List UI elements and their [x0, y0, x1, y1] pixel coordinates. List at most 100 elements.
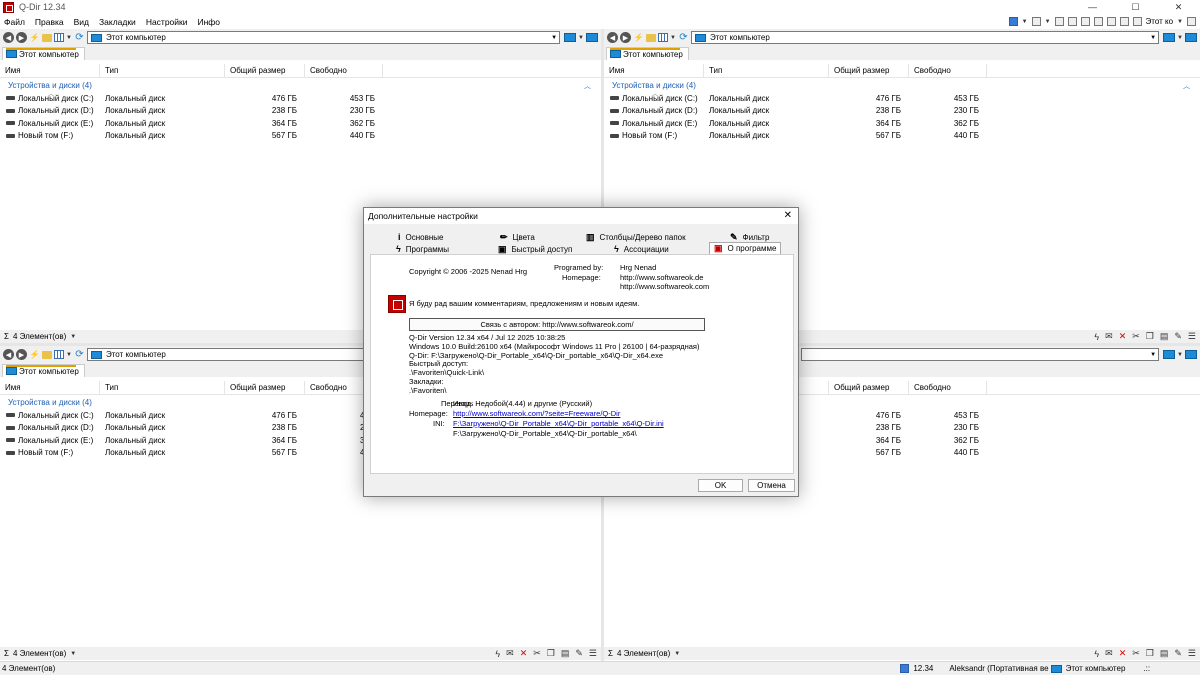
homepage-com[interactable]: http://www.softwareok.com	[620, 282, 709, 291]
forward-icon[interactable]: ▶	[16, 349, 27, 360]
copy-icon[interactable]: ❐	[547, 648, 555, 659]
refresh-icon[interactable]: ⟳	[678, 32, 689, 43]
version-info-box[interactable]: Q-Dir Version 12.34 x64 / Jul 12 2025 10…	[409, 333, 705, 395]
cut-icon[interactable]: ✂	[1132, 648, 1140, 659]
menu-bookmarks[interactable]: Закладки	[94, 17, 141, 27]
copy-icon[interactable]: ❐	[1146, 648, 1154, 659]
view-mode-icon[interactable]	[54, 33, 64, 42]
group-header[interactable]: Устройства и диски (4)	[612, 81, 696, 90]
chevron-down-icon[interactable]: ▼	[670, 35, 676, 41]
rename-icon[interactable]: ✎	[1174, 331, 1182, 342]
forward-icon[interactable]: ▶	[16, 32, 27, 43]
cancel-button[interactable]: Отмена	[748, 479, 795, 492]
tree-icon[interactable]	[1067, 17, 1077, 26]
menu-view[interactable]: Вид	[69, 17, 94, 27]
table-row[interactable]: Новый том (F:) Локальный диск 567 ГБ 440 ГБ	[0, 130, 601, 143]
chevron-down-icon[interactable]: ▼	[1177, 352, 1183, 358]
column-total[interactable]: Общий размер	[225, 381, 305, 394]
homepage2-link[interactable]: http://www.softwareok.com/?seite=Freewar…	[453, 409, 620, 418]
filter-icon[interactable]	[1093, 17, 1103, 26]
lightning-icon[interactable]: ϟ	[495, 649, 500, 659]
minimize-button[interactable]: —	[1071, 0, 1114, 14]
address-bar[interactable]: Этот компьютер ▼	[86, 31, 561, 44]
table-row[interactable]: Новый том (F:) Локальный диск 567 ГБ 440 ГБ	[604, 130, 1200, 143]
tab-this-pc[interactable]: Этот компьютер	[606, 47, 689, 60]
delete-icon[interactable]: ✕	[1119, 648, 1127, 659]
tab-colors[interactable]: ✏ Цвета	[500, 231, 535, 243]
tab-about[interactable]: ▣ О программе	[709, 242, 782, 254]
monitor-icon[interactable]	[1185, 350, 1197, 359]
properties-icon[interactable]: ☰	[1188, 648, 1196, 659]
refresh-icon[interactable]: ⟳	[74, 32, 85, 43]
menu-info[interactable]: Инфо	[193, 17, 226, 27]
column-name[interactable]: Имя	[0, 64, 100, 77]
chevron-down-icon[interactable]: ▼	[70, 334, 76, 340]
table-row[interactable]: Локальный диск (E:) Локальный диск 364 ГБ 3…	[604, 117, 1200, 130]
dialog-close-icon[interactable]: ✕	[784, 210, 792, 221]
view-mode-icon[interactable]	[54, 350, 64, 359]
tab-this-pc[interactable]: Этот компьютер	[2, 364, 85, 377]
collapse-icon[interactable]: ︿	[584, 81, 591, 91]
top-location-label[interactable]: Этот ко	[1146, 17, 1174, 26]
tab-columns[interactable]: ▥ Столбцы/Дерево папок	[586, 231, 686, 243]
cut-icon[interactable]: ✂	[1132, 331, 1140, 342]
group-header[interactable]: Устройства и диски (4)	[8, 81, 92, 90]
back-icon[interactable]: ◀	[607, 32, 618, 43]
column-name[interactable]: Имя	[604, 64, 704, 77]
column-name[interactable]: Имя	[0, 381, 100, 394]
email-icon[interactable]: ✉	[1105, 331, 1113, 342]
table-row[interactable]: Локальный диск (E:) Локальный диск 364 ГБ 3…	[0, 117, 601, 130]
column-free[interactable]: Свободно	[909, 381, 987, 394]
chevron-down-icon[interactable]: ▼	[1148, 35, 1158, 41]
chevron-down-icon[interactable]: ▼	[66, 352, 72, 358]
chevron-down-icon[interactable]: ▼	[1177, 35, 1183, 41]
address-bar[interactable]: Этот компьютер ▼	[690, 31, 1160, 44]
collapse-icon[interactable]: ︿	[1183, 81, 1190, 91]
column-type[interactable]: Тип	[100, 381, 225, 394]
ini-link[interactable]: F:\Загружено\Q-Dir_Portable_x64\Q-Dir_po…	[453, 419, 664, 428]
email-icon[interactable]: ✉	[506, 648, 514, 659]
back-icon[interactable]: ◀	[3, 32, 14, 43]
lightning-icon[interactable]: ⚡	[633, 32, 644, 43]
maximize-button[interactable]: ☐	[1114, 0, 1157, 14]
properties-icon[interactable]: ☰	[1188, 331, 1196, 342]
homepage-de[interactable]: http://www.softwareok.de	[620, 273, 703, 282]
group-header[interactable]: Устройства и диски (4)	[8, 398, 92, 407]
chevron-down-icon[interactable]: ▼	[70, 651, 76, 657]
copy-icon[interactable]: ❐	[1146, 331, 1154, 342]
column-type[interactable]: Тип	[100, 64, 225, 77]
chevron-down-icon[interactable]: ▼	[1177, 19, 1183, 25]
monitor-icon[interactable]	[1185, 33, 1197, 42]
lightning-icon[interactable]: ϟ	[1094, 649, 1099, 659]
table-row[interactable]: Локальный диск (D:) Локальный диск 238 ГБ 2…	[0, 105, 601, 118]
split-icon[interactable]	[1106, 17, 1116, 26]
chevron-down-icon[interactable]: ▼	[674, 651, 680, 657]
column-total[interactable]: Общий размер	[829, 64, 909, 77]
folder-icon[interactable]	[646, 33, 656, 42]
chevron-down-icon[interactable]: ▼	[549, 35, 559, 41]
chevron-down-icon[interactable]: ▼	[578, 35, 584, 41]
monitor-icon[interactable]	[1163, 350, 1176, 359]
paste-icon[interactable]: ▤	[561, 648, 570, 659]
column-total[interactable]: Общий размер	[225, 64, 305, 77]
view-mode-icon[interactable]	[658, 33, 668, 42]
refresh-icon[interactable]: ⟳	[74, 349, 85, 360]
lightning-icon[interactable]: ⚡	[29, 349, 40, 360]
preview-icon[interactable]	[1080, 17, 1090, 26]
columns-icon[interactable]	[1054, 17, 1064, 26]
back-icon[interactable]: ◀	[3, 349, 14, 360]
monitor-icon[interactable]	[564, 33, 577, 42]
ok-button[interactable]: OK	[698, 479, 743, 492]
panel-icon[interactable]	[1119, 17, 1129, 26]
table-row[interactable]: Локальный диск (C:) Локальный диск 476 ГБ 4…	[604, 92, 1200, 105]
rename-icon[interactable]: ✎	[1174, 648, 1182, 659]
forward-icon[interactable]: ▶	[620, 32, 631, 43]
table-row[interactable]: Локальный диск (D:) Локальный диск 238 ГБ 2…	[604, 105, 1200, 118]
menu-settings[interactable]: Настройки	[141, 17, 193, 27]
paste-icon[interactable]: ▤	[1160, 331, 1169, 342]
rename-icon[interactable]: ✎	[575, 648, 583, 659]
paste-icon[interactable]: ▤	[1160, 648, 1169, 659]
monitor-icon[interactable]	[586, 33, 598, 42]
tab-this-pc[interactable]: Этот компьютер	[2, 47, 85, 60]
properties-icon[interactable]: ☰	[589, 648, 597, 659]
